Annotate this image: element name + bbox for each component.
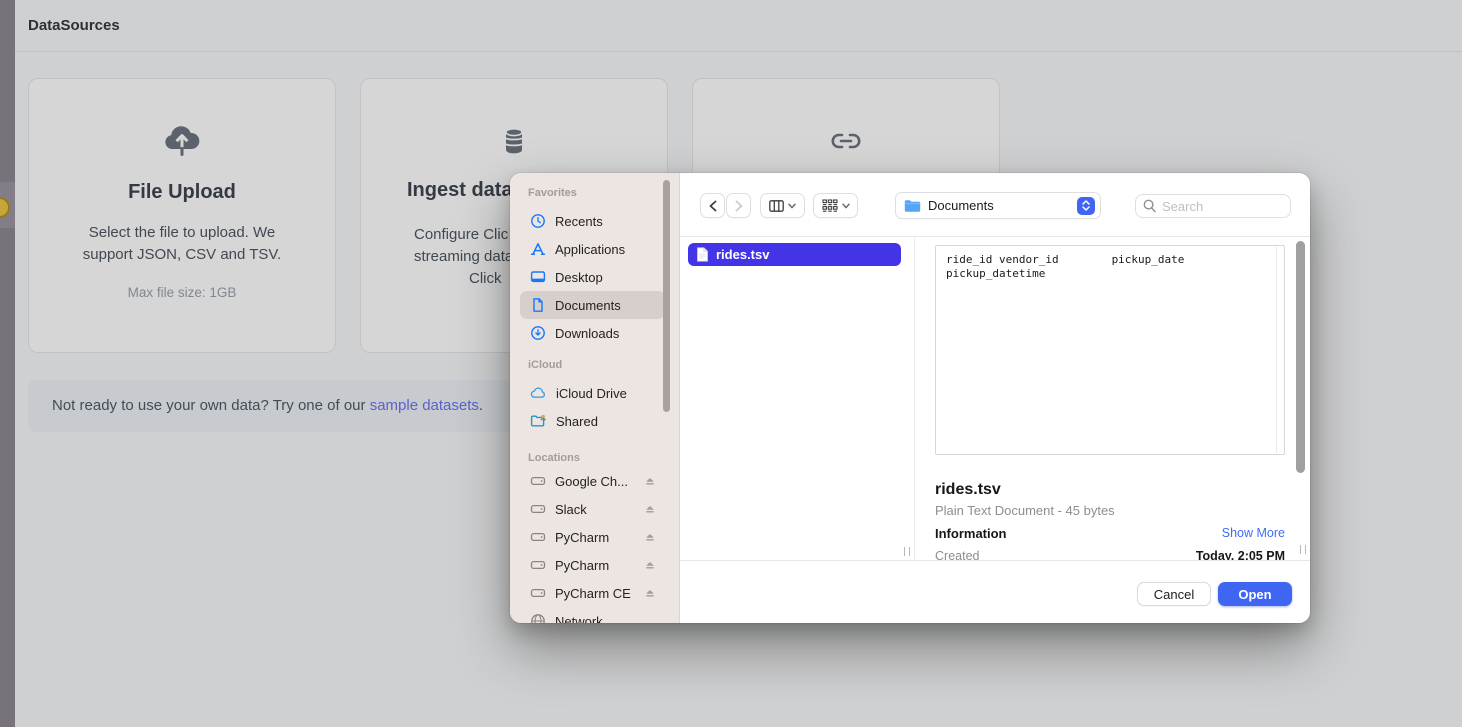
dialog-footer: Cancel Open bbox=[680, 560, 1310, 623]
file-row-rides-tsv[interactable]: rides.tsv bbox=[688, 243, 901, 266]
sidebar-item-pycharm-ce-disk[interactable]: PyCharm CE bbox=[520, 579, 665, 607]
sidebar-item-documents[interactable]: Documents bbox=[520, 291, 665, 319]
download-circle-icon bbox=[530, 325, 546, 341]
file-icon bbox=[696, 247, 709, 262]
desktop-icon bbox=[530, 269, 546, 285]
chevron-down-icon bbox=[788, 203, 796, 209]
sidebar-item-recents[interactable]: Recents bbox=[520, 207, 665, 235]
column-view-icon bbox=[769, 200, 784, 212]
location-dropdown[interactable]: Documents bbox=[895, 192, 1101, 219]
column-resize-grip[interactable] bbox=[1300, 545, 1306, 554]
sidebar-item-label: Downloads bbox=[555, 326, 619, 341]
file-browser: rides.tsv ride_id vendor_id pickup_date … bbox=[680, 237, 1310, 560]
sidebar-item-network[interactable]: Network bbox=[520, 607, 665, 623]
preview-file-kind: Plain Text Document - 45 bytes bbox=[935, 503, 1115, 518]
sidebar-section-label: Locations bbox=[528, 452, 679, 465]
sidebar-section-label: Favorites bbox=[528, 187, 679, 200]
search-input[interactable] bbox=[1135, 194, 1291, 218]
cancel-button[interactable]: Cancel bbox=[1137, 582, 1211, 606]
preview-filename: rides.tsv bbox=[935, 481, 1001, 499]
sidebar-item-label: Desktop bbox=[555, 270, 603, 285]
file-preview: ride_id vendor_id pickup_date pickup_dat… bbox=[935, 245, 1285, 455]
eject-icon[interactable] bbox=[643, 502, 657, 516]
chevron-left-icon bbox=[708, 200, 718, 212]
finder-sidebar: Favorites Recents Applications Desktop bbox=[510, 173, 680, 623]
preview-line: pickup_datetime bbox=[946, 267, 1274, 281]
chevron-down-icon bbox=[842, 203, 850, 209]
dialog-content: Documents bbox=[680, 173, 1310, 623]
back-button[interactable] bbox=[700, 193, 725, 218]
sidebar-item-label: Google Ch... bbox=[555, 474, 628, 489]
information-label: Information bbox=[935, 526, 1007, 541]
search-icon bbox=[1143, 199, 1156, 213]
external-disk-icon bbox=[530, 529, 546, 545]
external-disk-icon bbox=[530, 557, 546, 573]
file-list-column: rides.tsv bbox=[680, 237, 915, 560]
sidebar-item-google-chrome-disk[interactable]: Google Ch... bbox=[520, 467, 665, 495]
sidebar-item-slack-disk[interactable]: Slack bbox=[520, 495, 665, 523]
preview-line: ride_id vendor_id pickup_date bbox=[946, 253, 1274, 267]
eject-icon[interactable] bbox=[643, 530, 657, 544]
external-disk-icon bbox=[530, 501, 546, 517]
appstore-a-icon bbox=[530, 241, 546, 257]
sidebar-item-shared[interactable]: Shared bbox=[520, 407, 665, 435]
open-file-dialog: Favorites Recents Applications Desktop bbox=[510, 173, 1310, 623]
sidebar-item-label: Shared bbox=[556, 414, 598, 429]
eject-icon[interactable] bbox=[643, 558, 657, 572]
folder-icon bbox=[904, 199, 921, 213]
chevron-right-icon bbox=[734, 200, 744, 212]
shared-folder-icon bbox=[530, 413, 547, 429]
search-field bbox=[1135, 194, 1291, 218]
sidebar-section-label: iCloud bbox=[528, 359, 679, 372]
sidebar-item-desktop[interactable]: Desktop bbox=[520, 263, 665, 291]
cloud-icon bbox=[530, 385, 547, 401]
sidebar-item-label: Documents bbox=[555, 298, 621, 313]
forward-button[interactable] bbox=[726, 193, 751, 218]
column-view-button[interactable] bbox=[760, 193, 805, 218]
dialog-scrollbar[interactable] bbox=[1296, 241, 1305, 473]
file-name: rides.tsv bbox=[716, 247, 769, 262]
dialog-toolbar: Documents bbox=[680, 173, 1310, 237]
sidebar-item-label: Applications bbox=[555, 242, 625, 257]
eject-icon[interactable] bbox=[643, 474, 657, 488]
dropdown-stepper-icon[interactable] bbox=[1077, 197, 1095, 215]
external-disk-icon bbox=[530, 473, 546, 489]
sidebar-item-pycharm-disk[interactable]: PyCharm bbox=[520, 551, 665, 579]
sidebar-item-label: PyCharm bbox=[555, 558, 609, 573]
location-label: Documents bbox=[928, 198, 994, 213]
sidebar-item-label: PyCharm CE bbox=[555, 586, 631, 601]
sidebar-item-label: Recents bbox=[555, 214, 603, 229]
sidebar-scrollbar[interactable] bbox=[663, 180, 670, 412]
show-more-link[interactable]: Show More bbox=[1222, 526, 1285, 541]
clock-icon bbox=[530, 213, 546, 229]
sidebar-item-label: Slack bbox=[555, 502, 587, 517]
eject-icon[interactable] bbox=[643, 586, 657, 600]
sidebar-item-icloud-drive[interactable]: iCloud Drive bbox=[520, 379, 665, 407]
sidebar-item-applications[interactable]: Applications bbox=[520, 235, 665, 263]
document-icon bbox=[530, 297, 546, 313]
external-disk-icon bbox=[530, 585, 546, 601]
sidebar-item-label: PyCharm bbox=[555, 530, 609, 545]
sidebar-item-pycharm-disk[interactable]: PyCharm bbox=[520, 523, 665, 551]
open-button[interactable]: Open bbox=[1218, 582, 1292, 606]
grid-view-icon bbox=[822, 199, 838, 212]
group-view-button[interactable] bbox=[813, 193, 858, 218]
column-resize-grip[interactable] bbox=[904, 547, 910, 556]
sidebar-item-label: Network bbox=[555, 614, 603, 624]
sidebar-item-label: iCloud Drive bbox=[556, 386, 627, 401]
preview-scroll-track bbox=[1276, 247, 1277, 453]
globe-icon bbox=[530, 613, 546, 623]
sidebar-item-downloads[interactable]: Downloads bbox=[520, 319, 665, 347]
